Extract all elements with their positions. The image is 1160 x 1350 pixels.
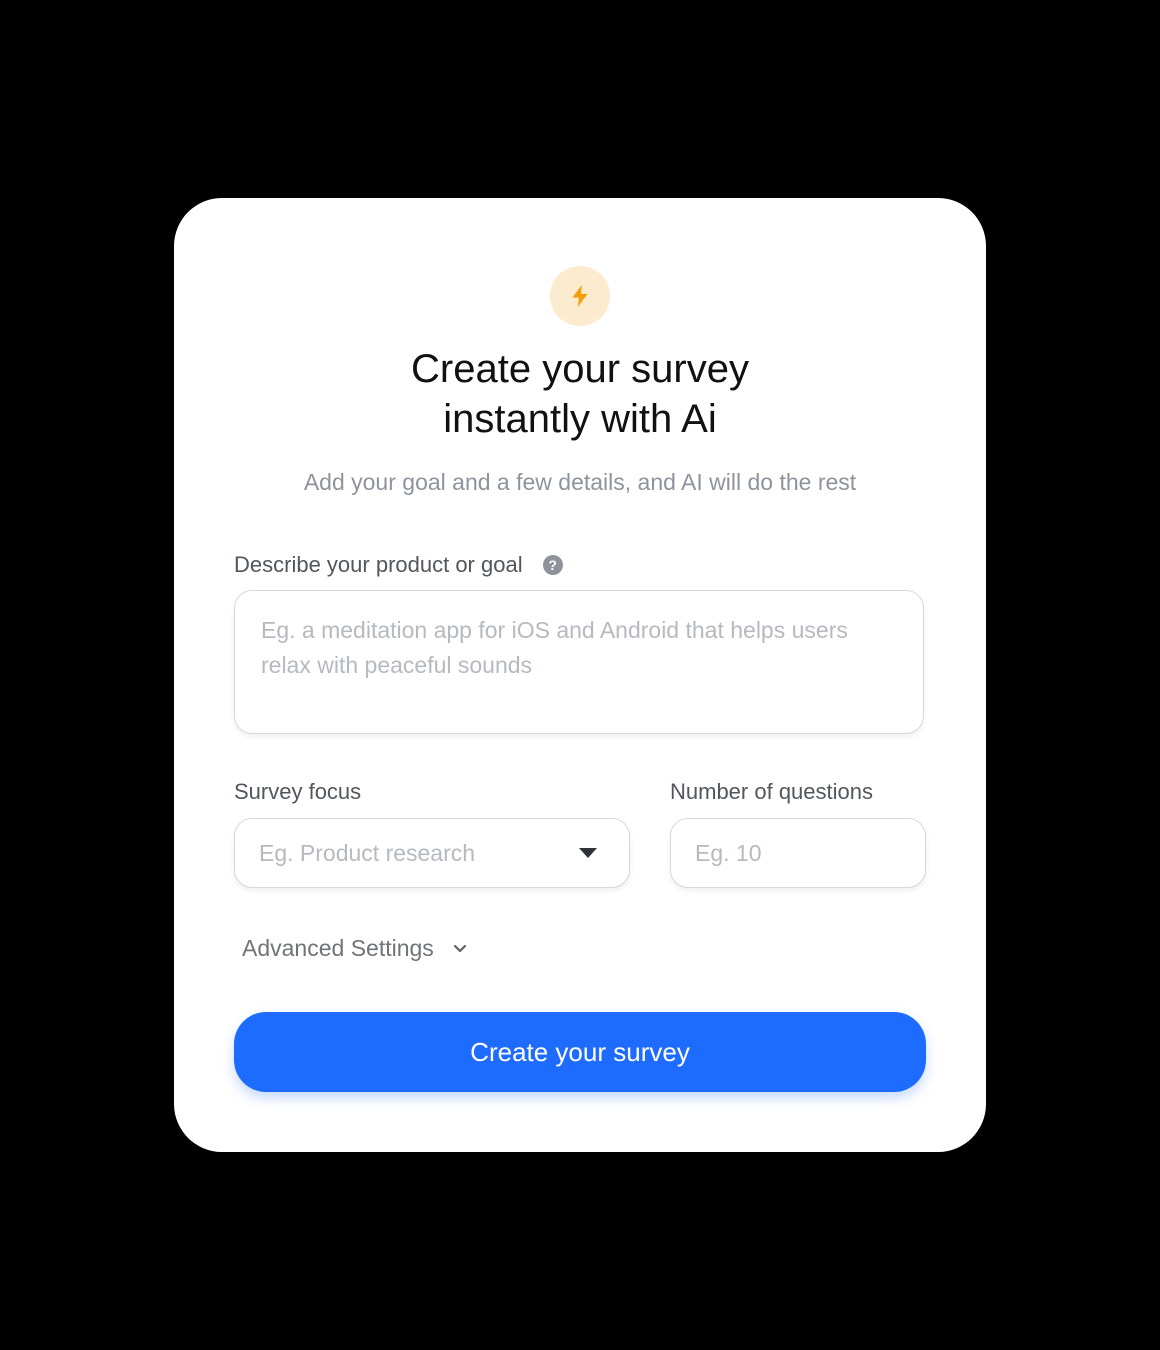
goal-textarea[interactable]: [234, 590, 924, 734]
survey-card: Create your survey instantly with Ai Add…: [174, 198, 986, 1152]
goal-field-label: Describe your product or goal: [234, 552, 523, 577]
caret-down-icon: [579, 848, 597, 858]
advanced-settings-toggle[interactable]: Advanced Settings: [242, 932, 468, 964]
advanced-settings-label: Advanced Settings: [242, 935, 434, 961]
question-circle-icon[interactable]: ?: [542, 555, 563, 575]
number-of-questions-input[interactable]: [670, 818, 926, 888]
page-subtitle: Add your goal and a few details, and AI …: [303, 469, 857, 495]
lightning-bolt-icon: [572, 285, 588, 307]
survey-focus-label: Survey focus: [234, 779, 362, 804]
chevron-down-icon: [453, 944, 466, 953]
number-of-questions-label: Number of questions: [670, 779, 873, 804]
survey-focus-placeholder: Eg. Product research: [259, 839, 476, 866]
create-survey-button[interactable]: Create your survey: [234, 1012, 926, 1092]
survey-focus-select[interactable]: Eg. Product research: [234, 818, 630, 888]
title-line-2: instantly with Ai: [443, 397, 717, 441]
ai-badge: [550, 266, 610, 326]
goal-field-label-row: Describe your product or goal ?: [234, 550, 563, 580]
title-line-1: Create your survey: [411, 347, 749, 391]
page-title: Create your survey instantly with Ai: [174, 344, 986, 444]
